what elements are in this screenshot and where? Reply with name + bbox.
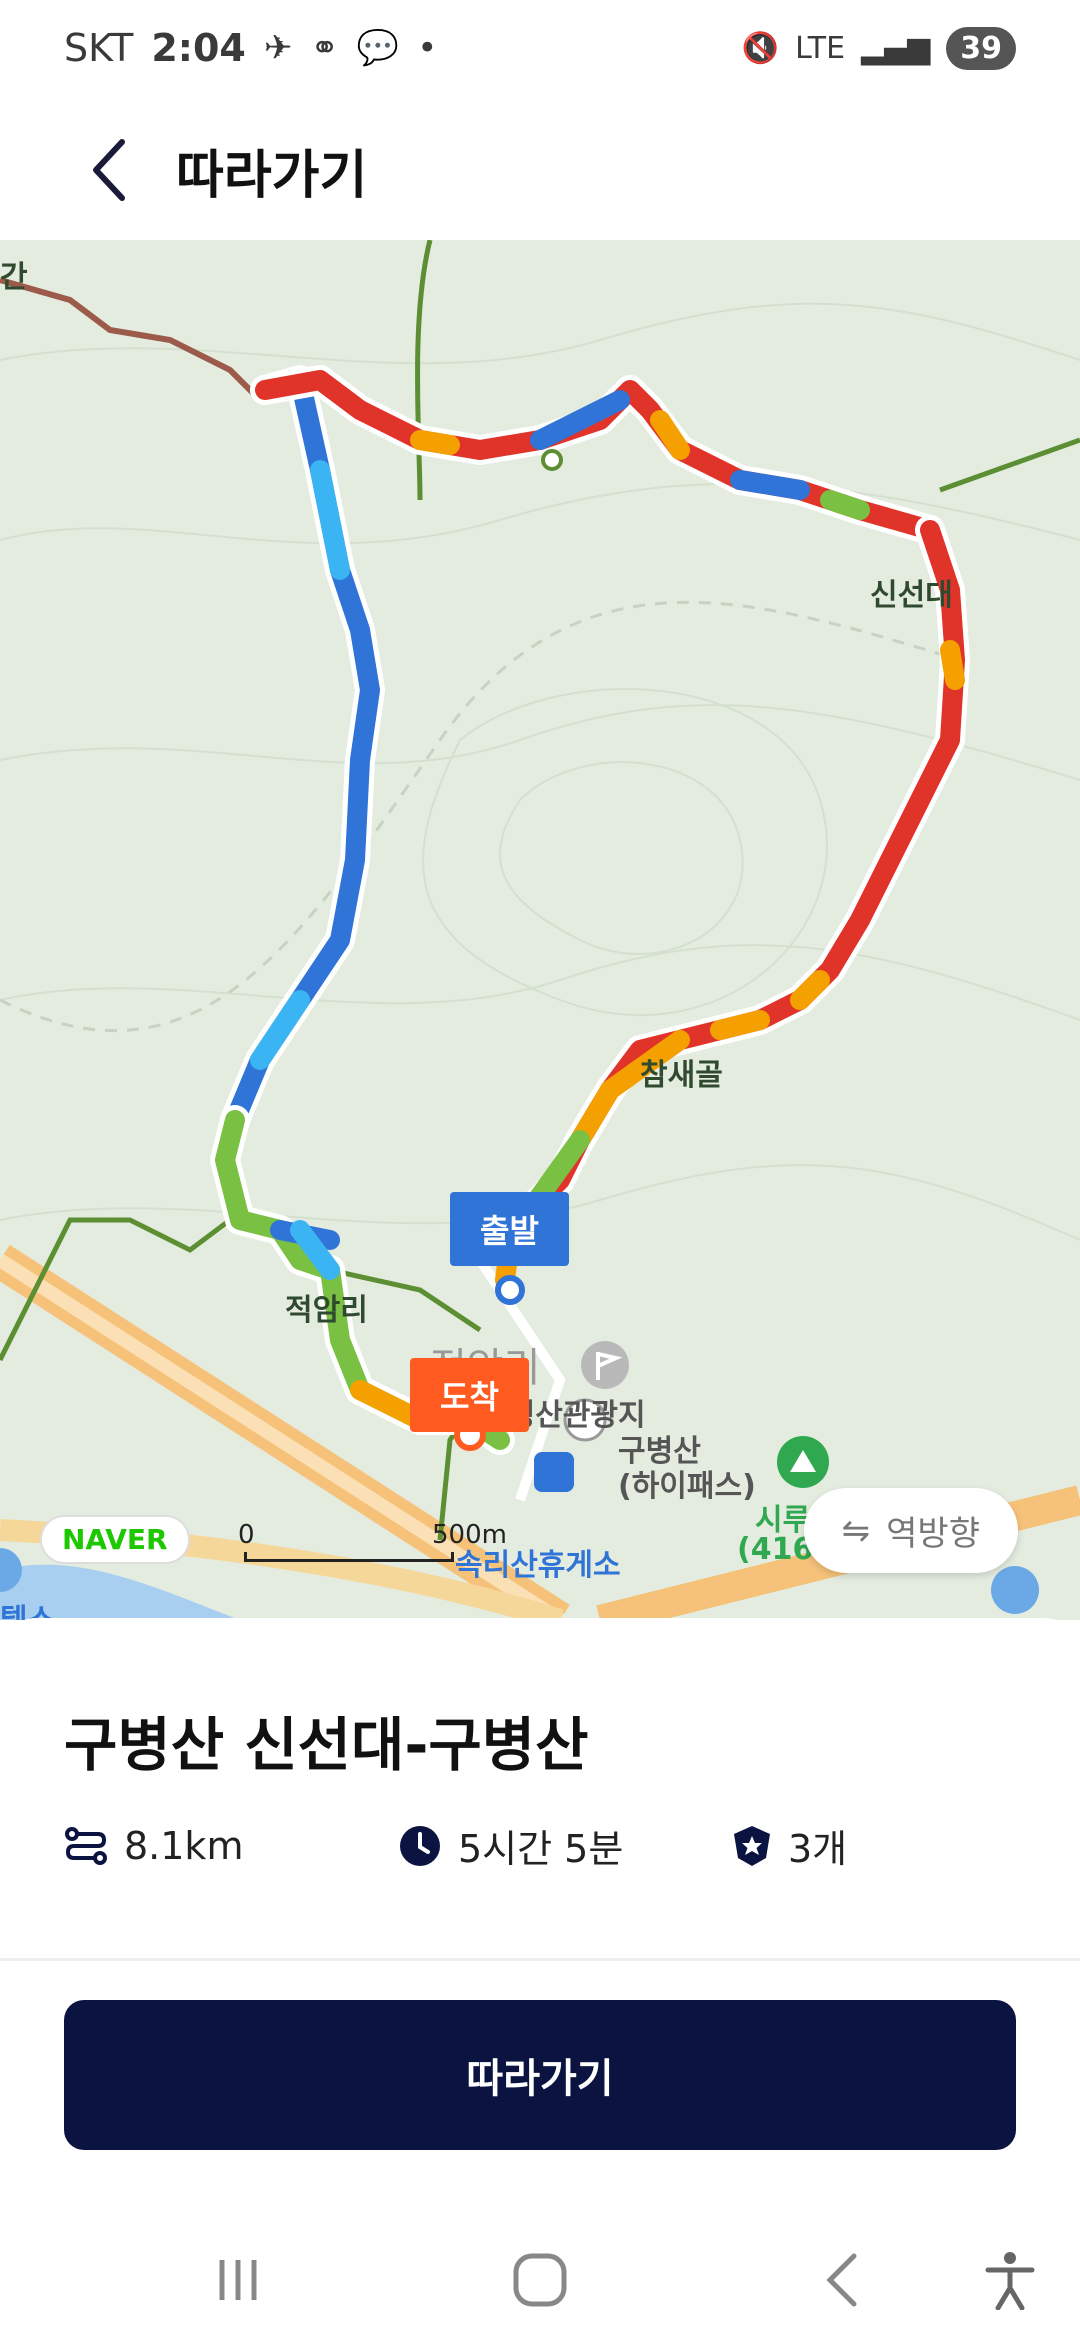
badge-count: 3개	[788, 1827, 848, 1871]
distance-value: 8.1km	[124, 1823, 244, 1868]
clock: 2:04	[151, 26, 246, 70]
distance-stat: 8.1km	[64, 1818, 398, 1873]
system-back-button[interactable]	[804, 2240, 884, 2320]
back-button[interactable]	[60, 120, 160, 220]
reverse-direction-button[interactable]: ⇋ 역방향	[803, 1488, 1018, 1573]
recent-apps-button[interactable]	[198, 2240, 278, 2320]
course-title: 구병산 신선대-구병산	[64, 1711, 589, 1779]
signal-icon: ▂▄▆	[861, 30, 931, 66]
map-scale-distance: 500m	[432, 1520, 507, 1550]
map-label-gan: 간	[0, 260, 28, 295]
route-map[interactable]: 간 신선대 참새골 적암리 적암리 구병산관광지 구병산 (하이패스) 속리산휴…	[0, 240, 1080, 1620]
badge-star-icon	[734, 1825, 770, 1866]
map-label-tel: 텔스	[0, 1595, 55, 1620]
link-icon: ⚭	[310, 28, 339, 68]
reverse-direction-label: 역방향	[886, 1514, 980, 1554]
map-label-jeogamri: 적암리	[285, 1293, 368, 1328]
map-label-elevation: (416	[737, 1532, 814, 1567]
network-label: LTE	[795, 30, 846, 66]
divider	[0, 1958, 1080, 1961]
chevron-left-icon	[93, 139, 125, 201]
carrier-label: SKT	[64, 26, 134, 70]
system-navigation-bar	[0, 2200, 1080, 2340]
start-marker[interactable]: 출발	[450, 1192, 569, 1266]
notification-icon: ✈	[263, 28, 293, 68]
course-stats: 8.1km 5시간 5분 3개	[64, 1818, 1024, 1873]
status-bar: SKT 2:04 ✈ ⚭ 💬 • 🔇 LTE ▂▄▆ 39	[0, 0, 1080, 96]
accessibility-button[interactable]	[970, 2240, 1050, 2320]
recent-apps-icon	[219, 2260, 257, 2300]
dot-icon: •	[417, 28, 438, 68]
duration-stat: 5시간 5분	[398, 1818, 732, 1873]
talk-icon: 💬	[356, 28, 400, 68]
follow-button[interactable]: 따라가기	[64, 2000, 1016, 2150]
mute-icon: 🔇	[741, 30, 780, 66]
map-scale-zero: 0	[238, 1520, 255, 1550]
badge-stat: 3개	[732, 1818, 847, 1873]
battery-icon: 39	[946, 26, 1016, 70]
swap-arrows-icon: ⇋	[841, 1510, 871, 1551]
header: 따라가기	[0, 100, 1080, 240]
map-scale-bar	[244, 1552, 454, 1562]
home-icon	[513, 2253, 567, 2307]
map-label-hipass: 구병산 (하이패스)	[618, 1434, 756, 1504]
duration-value: 5시간 5분	[458, 1827, 624, 1871]
end-marker[interactable]: 도착	[410, 1358, 529, 1432]
route-distance-icon	[65, 1826, 107, 1865]
map-label-chamsaegol: 참새골	[640, 1058, 723, 1093]
accessibility-icon	[985, 2252, 1035, 2310]
clock-icon	[400, 1825, 440, 1866]
back-arrow-icon	[826, 2253, 857, 2307]
naver-logo: NAVER	[40, 1515, 190, 1564]
map-label-sinseondae: 신선대	[870, 578, 953, 613]
home-button[interactable]	[500, 2240, 580, 2320]
page-title: 따라가기	[176, 145, 368, 206]
